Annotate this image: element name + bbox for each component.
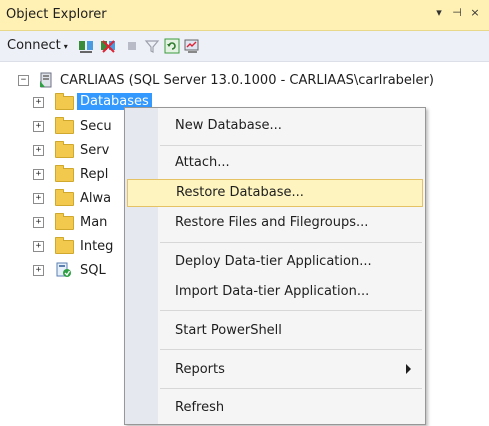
- tree-node-server-objects[interactable]: + Serv: [0, 140, 124, 162]
- menu-item-new-database[interactable]: New Database...: [127, 112, 423, 140]
- activity-monitor-icon[interactable]: [184, 38, 200, 54]
- menu-item-label: Restore Files and Filegroups...: [175, 215, 369, 230]
- expand-toggle[interactable]: +: [33, 121, 44, 132]
- tree-node-label: Serv: [80, 143, 110, 158]
- tree-node-replication[interactable]: + Repl: [0, 164, 124, 186]
- window-position-dropdown-icon[interactable]: ▾: [432, 6, 446, 19]
- menu-item-import-data-tier[interactable]: Import Data-tier Application...: [127, 278, 423, 306]
- menu-item-label: Start PowerShell: [175, 323, 282, 338]
- server-icon: [40, 72, 52, 88]
- filter-icon[interactable]: [144, 38, 160, 54]
- menu-item-label: Deploy Data-tier Application...: [175, 254, 372, 269]
- menu-item-label: Reports: [175, 362, 225, 377]
- tree-node-label: Alwa: [80, 191, 112, 206]
- menu-item-reports[interactable]: Reports: [127, 356, 423, 384]
- expand-toggle[interactable]: +: [33, 217, 44, 228]
- folder-icon: [55, 93, 74, 110]
- sql-agent-icon: [56, 262, 71, 277]
- submenu-arrow-icon: [406, 364, 411, 374]
- menu-item-label: Attach...: [175, 155, 230, 170]
- menu-item-attach[interactable]: Attach...: [127, 149, 423, 177]
- folder-icon: [55, 213, 74, 230]
- menu-item-restore-files-filegroups[interactable]: Restore Files and Filegroups...: [127, 209, 423, 237]
- object-explorer-toolbar: Connect ▾: [0, 31, 489, 62]
- menu-item-label: Import Data-tier Application...: [175, 284, 370, 299]
- expand-toggle[interactable]: +: [33, 265, 44, 276]
- connect-button[interactable]: Connect ▾: [7, 38, 68, 53]
- menu-separator: [160, 145, 422, 146]
- tree-node-label: SQL: [80, 263, 106, 278]
- menu-item-refresh[interactable]: Refresh: [127, 394, 423, 422]
- server-node-label: CARLIAAS (SQL Server 13.0.1000 - CARLIAA…: [60, 73, 434, 88]
- connect-label: Connect: [7, 38, 61, 53]
- menu-separator: [160, 388, 422, 389]
- tree-node-label: Secu: [80, 119, 112, 134]
- tree-node-server[interactable]: − CARLIAAS (SQL Server 13.0.1000 - CARLI…: [0, 70, 489, 92]
- chevron-down-icon: ▾: [63, 42, 68, 51]
- menu-separator: [160, 310, 422, 311]
- tree-node-security[interactable]: + Secu: [0, 116, 124, 138]
- collapse-toggle[interactable]: −: [18, 75, 29, 86]
- tree-node-alwayson[interactable]: + Alwa: [0, 188, 124, 210]
- folder-icon: [55, 117, 74, 134]
- menu-item-label: Restore Database...: [176, 185, 304, 200]
- expand-toggle[interactable]: +: [33, 241, 44, 252]
- expand-toggle[interactable]: +: [33, 193, 44, 204]
- expand-toggle[interactable]: +: [33, 145, 44, 156]
- panel-title: Object Explorer: [6, 7, 107, 22]
- folder-icon: [55, 141, 74, 158]
- menu-item-deploy-data-tier[interactable]: Deploy Data-tier Application...: [127, 248, 423, 276]
- connect-object-explorer-icon[interactable]: [78, 38, 94, 54]
- context-menu: New Database... Attach... Restore Databa…: [124, 107, 426, 425]
- folder-icon: [55, 165, 74, 182]
- menu-separator: [160, 349, 422, 350]
- disconnect-icon[interactable]: [100, 38, 116, 54]
- folder-icon: [55, 189, 74, 206]
- menu-item-label: Refresh: [175, 400, 225, 415]
- tree-node-label: Man: [80, 215, 108, 230]
- menu-item-start-powershell[interactable]: Start PowerShell: [127, 317, 423, 345]
- folder-icon: [55, 237, 74, 254]
- menu-item-restore-database[interactable]: Restore Database...: [127, 179, 423, 207]
- object-explorer-titlebar: Object Explorer ▾ ⊣ ×: [0, 0, 489, 31]
- tree-node-integration-services[interactable]: + Integ: [0, 236, 124, 258]
- tree-node-label: Repl: [80, 167, 109, 182]
- auto-hide-pin-icon[interactable]: ⊣: [450, 6, 464, 19]
- menu-separator: [160, 242, 422, 243]
- stop-icon[interactable]: [124, 38, 140, 54]
- expand-toggle[interactable]: +: [33, 97, 44, 108]
- close-icon[interactable]: ×: [468, 6, 482, 19]
- expand-toggle[interactable]: +: [33, 169, 44, 180]
- refresh-icon[interactable]: [164, 38, 180, 54]
- tree-node-sql-agent[interactable]: + SQL: [0, 260, 124, 282]
- tree-node-label: Integ: [80, 239, 114, 254]
- tree-node-management[interactable]: + Man: [0, 212, 124, 234]
- menu-item-label: New Database...: [175, 118, 282, 133]
